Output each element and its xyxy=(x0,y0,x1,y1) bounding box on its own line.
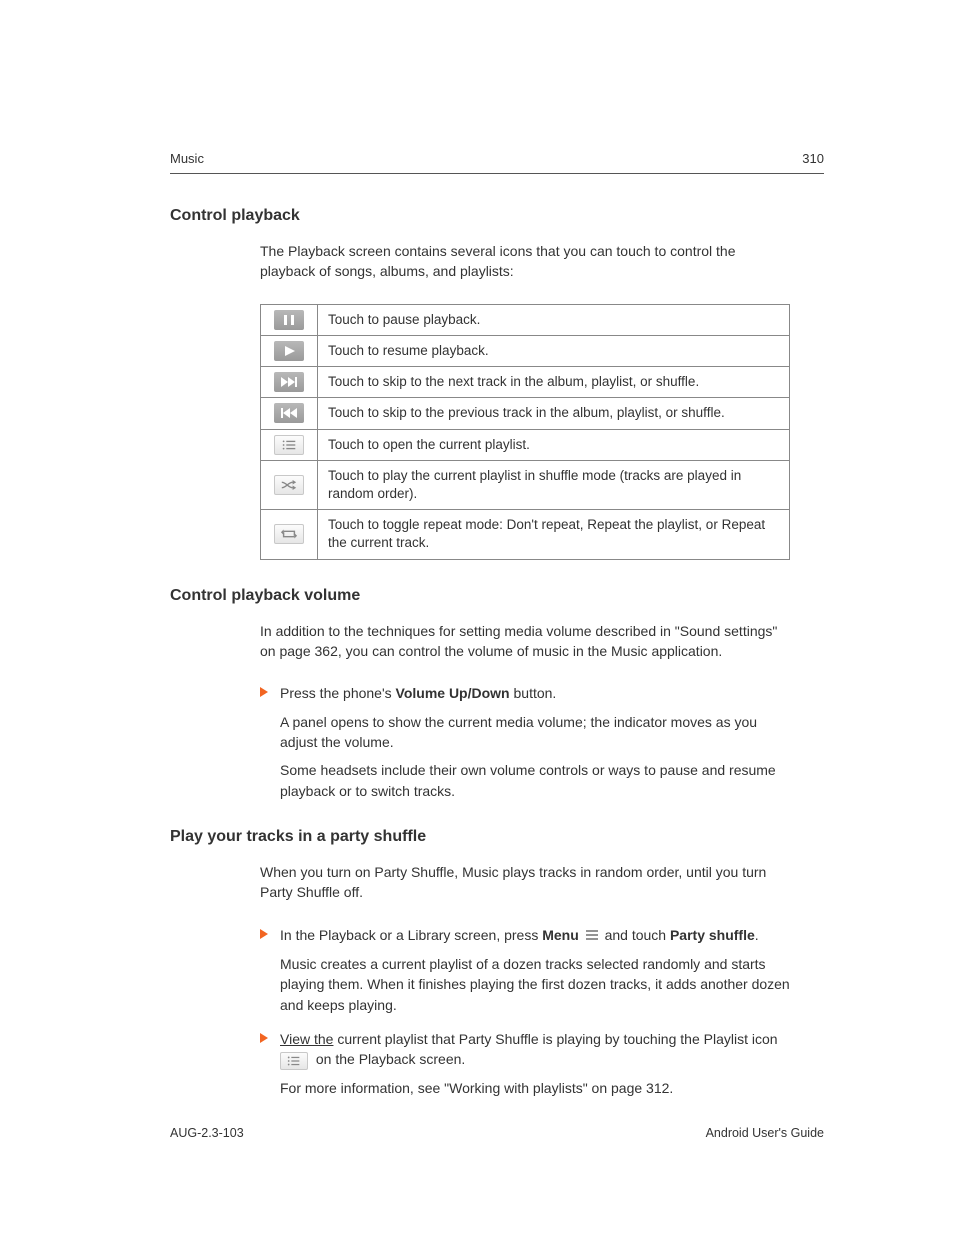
table-row: Touch to resume playback. xyxy=(261,335,790,366)
prev-icon xyxy=(274,403,304,423)
header-page-number: 310 xyxy=(802,150,824,169)
icon-desc: Touch to open the current playlist. xyxy=(318,429,790,460)
b2-a-rest: current playlist that Party Shuffle is p… xyxy=(333,1031,777,1047)
party-bold: Party shuffle xyxy=(670,927,755,943)
table-row: Touch to skip to the next track in the a… xyxy=(261,367,790,398)
play-icon xyxy=(274,341,304,361)
table-row: Touch to open the current playlist. xyxy=(261,429,790,460)
header-left: Music xyxy=(170,150,204,169)
section2-intro: In addition to the techniques for settin… xyxy=(260,621,790,662)
b2-sub: For more information, see "Working with … xyxy=(280,1078,790,1098)
bullet-text-a: Press the phone's xyxy=(280,685,396,701)
menu-bold: Menu xyxy=(542,927,579,943)
icon-desc: Touch to pause playback. xyxy=(318,304,790,335)
section2-bullets: Press the phone's Volume Up/Down button.… xyxy=(260,683,790,800)
b1-sub: Music creates a current playlist of a do… xyxy=(280,954,790,1015)
b2-a-underline: View the xyxy=(280,1031,333,1047)
footer-right: Android User's Guide xyxy=(706,1124,824,1142)
list-item: Press the phone's Volume Up/Down button.… xyxy=(260,683,790,800)
bullet-text-b: button. xyxy=(510,685,557,701)
list-item: In the Playback or a Library screen, pre… xyxy=(260,925,790,1015)
icon-desc: Touch to toggle repeat mode: Don't repea… xyxy=(318,510,790,559)
b1-b: and touch xyxy=(601,927,670,943)
shuffle-icon xyxy=(274,475,304,495)
icon-desc: Touch to skip to the next track in the a… xyxy=(318,367,790,398)
page-header: Music 310 xyxy=(170,150,824,174)
icon-desc: Touch to play the current playlist in sh… xyxy=(318,460,790,509)
b1-a: In the Playback or a Library screen, pre… xyxy=(280,927,542,943)
playback-icon-table: Touch to pause playback. Touch to resume… xyxy=(260,304,790,560)
table-row: Touch to skip to the previous track in t… xyxy=(261,398,790,429)
bullet-sub2: Some headsets include their own volume c… xyxy=(280,760,790,801)
repeat-icon xyxy=(274,524,304,544)
icon-desc: Touch to resume playback. xyxy=(318,335,790,366)
bullet-text-bold: Volume Up/Down xyxy=(396,685,510,701)
table-row: Touch to pause playback. xyxy=(261,304,790,335)
page-container: Music 310 Control playback The Playback … xyxy=(0,0,954,1235)
section3-bullets: In the Playback or a Library screen, pre… xyxy=(260,925,790,1098)
icon-desc: Touch to skip to the previous track in t… xyxy=(318,398,790,429)
menu-icon xyxy=(585,926,599,946)
section2-heading: Control playback volume xyxy=(170,584,824,607)
b1-c: . xyxy=(755,927,759,943)
b2-b: on the Playback screen. xyxy=(312,1051,465,1067)
section3-intro: When you turn on Party Shuffle, Music pl… xyxy=(260,862,790,903)
page-footer: AUG-2.3-103 Android User's Guide xyxy=(170,1124,824,1142)
section1-heading: Control playback xyxy=(170,204,824,227)
next-icon xyxy=(274,372,304,392)
list-item: View the current playlist that Party Shu… xyxy=(260,1029,790,1098)
playlist-icon xyxy=(274,435,304,455)
bullet-sub1: A panel opens to show the current media … xyxy=(280,712,790,753)
table-row: Touch to play the current playlist in sh… xyxy=(261,460,790,509)
pause-icon xyxy=(274,310,304,330)
section1-intro: The Playback screen contains several ico… xyxy=(260,241,790,282)
table-row: Touch to toggle repeat mode: Don't repea… xyxy=(261,510,790,559)
playlist-icon xyxy=(280,1052,308,1070)
footer-left: AUG-2.3-103 xyxy=(170,1124,244,1142)
section3-heading: Play your tracks in a party shuffle xyxy=(170,825,824,848)
